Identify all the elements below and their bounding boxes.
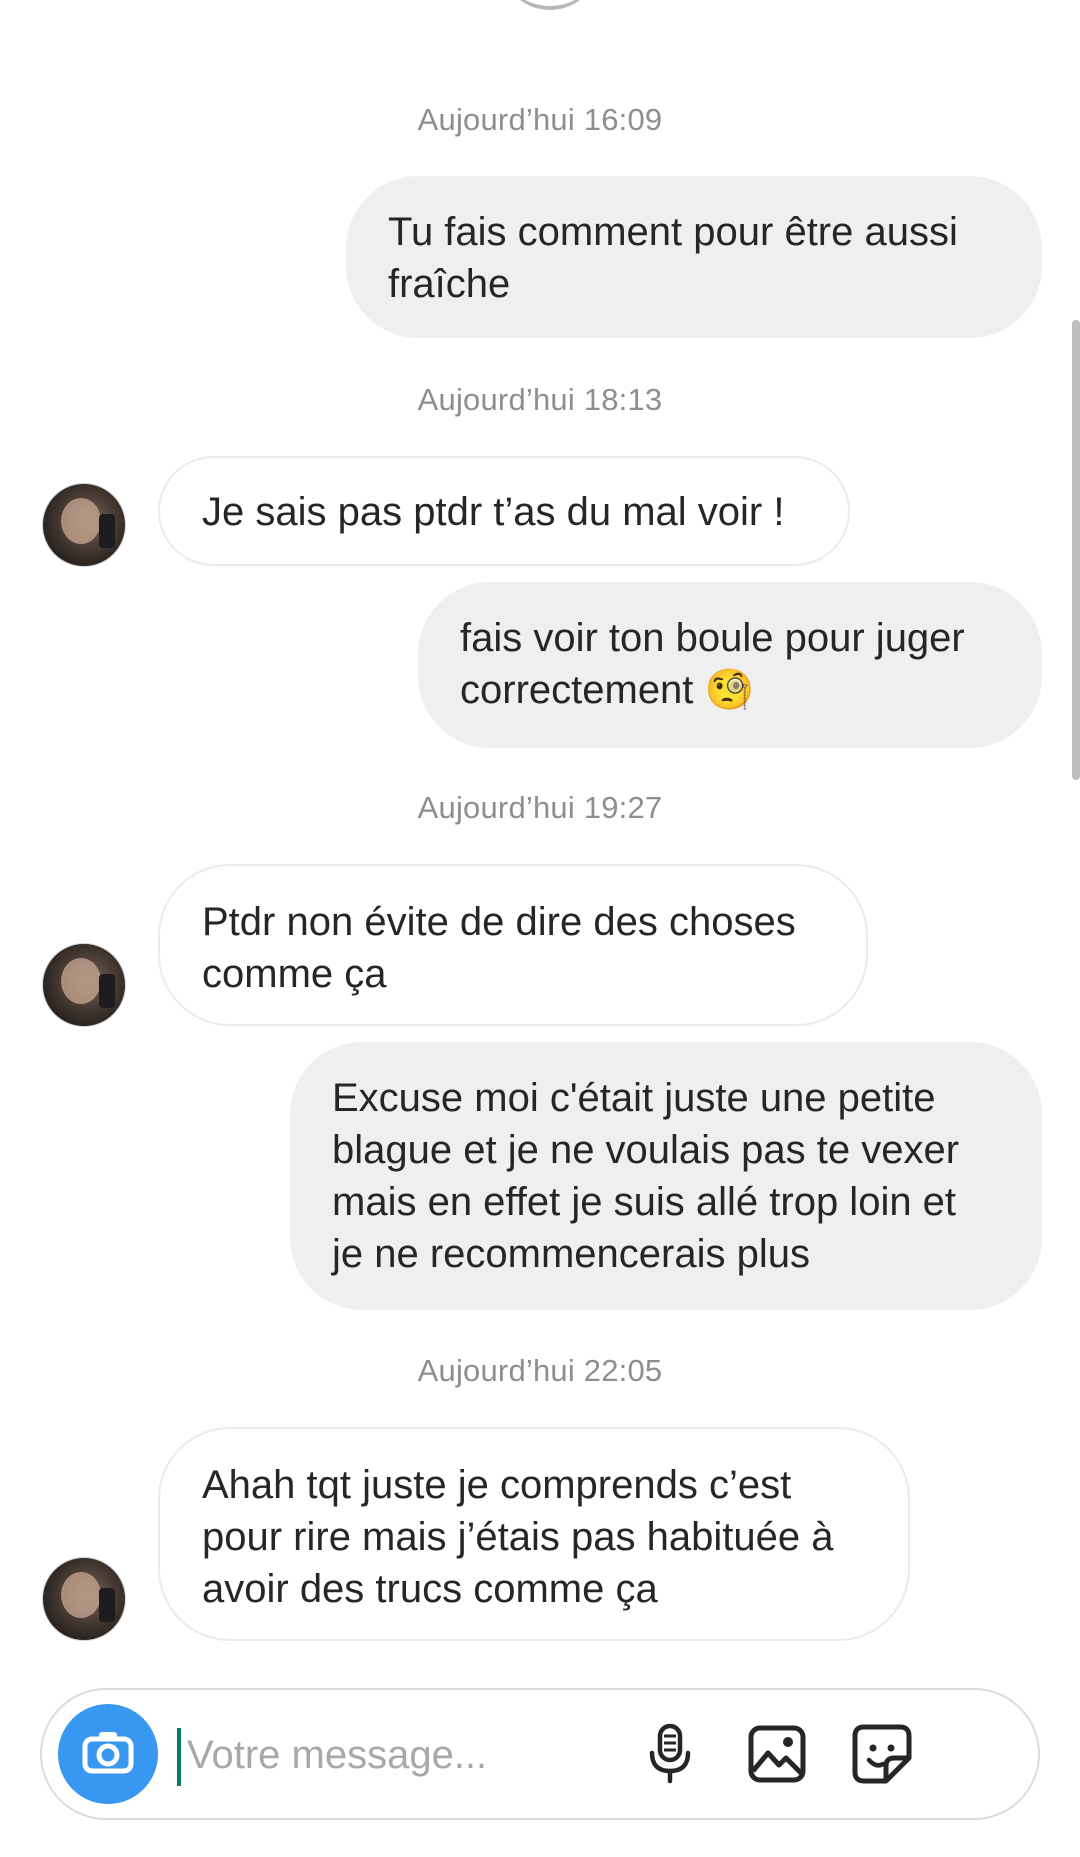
sticker-icon [852,1724,912,1789]
contact-avatar[interactable] [42,1557,126,1641]
message-input[interactable] [187,1720,707,1790]
voice-message-button[interactable] [630,1716,710,1796]
contact-avatar[interactable] [42,483,126,567]
gallery-button[interactable] [737,1716,817,1796]
message-bubble-incoming[interactable]: Ptdr non évite de dire des choses comme … [158,864,868,1026]
text-caret [177,1728,181,1786]
dm-conversation-screen: Aujourd’hui 16:09 Tu fais comment pour ê… [0,0,1080,1857]
loading-spinner-arc [500,0,600,10]
contact-avatar[interactable] [42,943,126,1027]
message-composer [40,1688,1040,1820]
gallery-icon [748,1725,806,1788]
message-bubble-incoming[interactable]: Je sais pas ptdr t’as du mal voir ! [158,456,850,566]
microphone-icon [647,1723,693,1790]
message-bubble-outgoing[interactable]: fais voir ton boule pour juger correctem… [418,582,1042,748]
sticker-button[interactable] [842,1716,922,1796]
timestamp: Aujourd’hui 18:13 [417,382,663,417]
message-bubble-outgoing[interactable]: Tu fais comment pour être aussi fraîche [346,176,1042,338]
camera-button[interactable] [58,1704,158,1804]
timestamp: Aujourd’hui 19:27 [417,790,663,825]
message-bubble-outgoing[interactable]: Excuse moi c'était juste une petite blag… [290,1042,1042,1310]
timestamp: Aujourd’hui 22:05 [417,1353,663,1388]
camera-icon [82,1730,134,1779]
message-bubble-incoming[interactable]: Ahah tqt juste je comprends c’est pour r… [158,1427,910,1641]
timestamp: Aujourd’hui 16:09 [417,102,663,137]
